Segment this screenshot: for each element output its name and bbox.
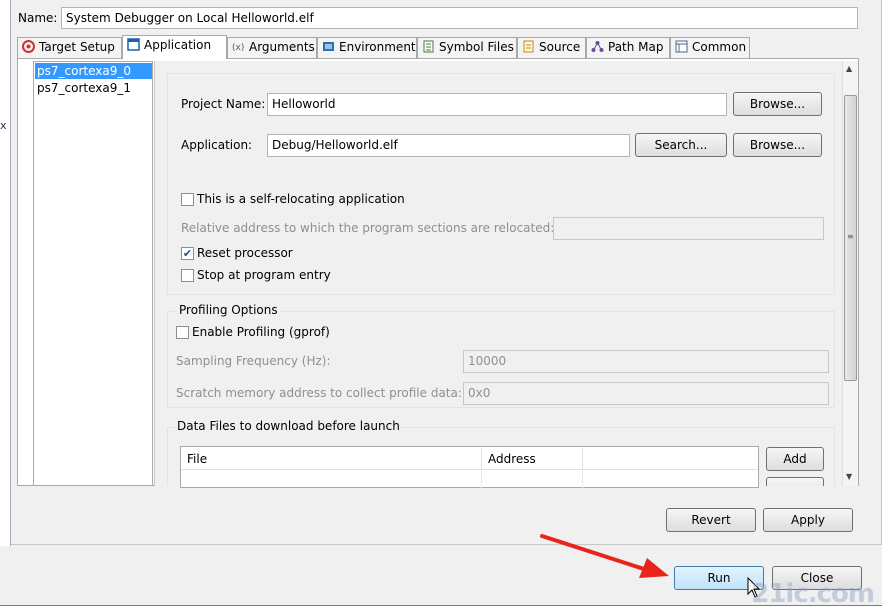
tab-label: Path Map	[608, 40, 664, 54]
svg-text:(x)=: (x)=	[232, 43, 245, 53]
tab-target-setup[interactable]: Target Setup	[17, 37, 122, 58]
tab-label: Target Setup	[39, 40, 115, 54]
tab-label: Application	[144, 38, 212, 52]
data-files-group-title: Data Files to download before launch	[175, 419, 402, 433]
tab-label: Environment	[339, 40, 416, 54]
data-files-add-button[interactable]: Add	[766, 447, 824, 471]
tab-label: Symbol Files	[439, 40, 514, 54]
relative-address-label: Relative address to which the program se…	[181, 221, 555, 235]
profiling-group-title: Profiling Options	[177, 303, 280, 317]
application-field[interactable]: Debug/Helloworld.elf	[267, 134, 630, 157]
revert-button[interactable]: Revert	[666, 508, 756, 532]
reset-processor-label: Reset processor	[197, 246, 293, 260]
column-header-empty[interactable]	[583, 448, 758, 470]
project-name-field[interactable]: Helloworld	[267, 93, 727, 116]
table-row-cell	[181, 471, 482, 489]
tab-common[interactable]: Common	[670, 37, 750, 58]
window-icon	[127, 38, 140, 51]
reset-processor-checkbox[interactable]: ✔	[181, 247, 194, 260]
common-icon	[675, 40, 688, 53]
name-field[interactable]: System Debugger on Local Helloworld.elf	[61, 7, 858, 29]
background-window-strip: x	[0, 0, 11, 605]
data-files-remove-button[interactable]	[766, 477, 824, 486]
processor-item-0[interactable]: ps7_cortexa9_0	[35, 63, 152, 79]
scrollbar-thumb[interactable]: ≡	[844, 95, 857, 381]
sampling-frequency-label: Sampling Frequency (Hz):	[176, 354, 331, 368]
processor-item-1[interactable]: ps7_cortexa9_1	[35, 80, 152, 96]
scroll-up-arrow-icon[interactable]: ▲	[846, 64, 852, 73]
arguments-icon: (x)=	[232, 43, 245, 53]
tab-label: Common	[692, 40, 747, 54]
apply-button[interactable]: Apply	[763, 508, 853, 532]
scratch-address-label: Scratch memory address to collect profil…	[176, 386, 462, 400]
processor-list[interactable]: ps7_cortexa9_0 ps7_cortexa9_1	[33, 61, 153, 486]
self-relocating-checkbox[interactable]	[181, 193, 194, 206]
taskbar-edge	[0, 605, 882, 615]
application-settings-panel: Project Name: Helloworld Browse... Appli…	[154, 61, 842, 486]
data-files-table[interactable]: File Address	[180, 446, 759, 489]
self-relocating-label: This is a self-relocating application	[197, 192, 405, 206]
scratch-address-field[interactable]: 0x0	[463, 382, 829, 405]
tab-path-map[interactable]: Path Map	[586, 37, 670, 58]
source-icon	[523, 40, 534, 53]
tab-bar: Target Setup Application (x)= Arguments E…	[17, 35, 859, 59]
environment-icon	[323, 42, 334, 51]
application-label: Application:	[181, 138, 253, 152]
target-icon	[22, 40, 35, 53]
table-row-cell	[482, 471, 583, 489]
project-browse-button[interactable]: Browse...	[733, 92, 822, 116]
application-browse-button[interactable]: Browse...	[733, 133, 822, 157]
tab-environment[interactable]: Environment	[317, 37, 417, 58]
tab-source[interactable]: Source	[517, 37, 586, 58]
name-label: Name:	[18, 11, 58, 25]
column-header-address[interactable]: Address	[482, 448, 583, 470]
relative-address-field[interactable]	[553, 217, 824, 240]
background-window-mark: x	[0, 119, 7, 132]
stop-at-entry-label: Stop at program entry	[197, 268, 331, 282]
content-scrollbar[interactable]: ▲ ≡ ▼	[842, 61, 858, 486]
enable-profiling-checkbox[interactable]	[176, 326, 189, 339]
enable-profiling-label: Enable Profiling (gprof)	[192, 325, 330, 339]
sampling-frequency-field[interactable]: 10000	[463, 350, 829, 373]
tab-arguments[interactable]: (x)= Arguments	[227, 37, 317, 58]
tab-label: Source	[539, 40, 581, 54]
tab-application[interactable]: Application	[122, 35, 227, 59]
annotation-arrow-icon	[540, 534, 669, 578]
scroll-down-arrow-icon[interactable]: ▼	[846, 472, 852, 481]
tab-label: Arguments	[249, 40, 315, 54]
grip-icon: ≡	[847, 232, 854, 241]
tab-symbol-files[interactable]: Symbol Files	[417, 37, 517, 58]
watermark-logo: 21ic.com	[751, 579, 875, 609]
stop-at-entry-checkbox[interactable]	[181, 269, 194, 282]
path-map-icon	[591, 41, 604, 52]
project-name-label: Project Name:	[181, 97, 266, 111]
symbol-files-icon	[423, 40, 434, 53]
column-header-file[interactable]: File	[181, 448, 482, 470]
application-search-button[interactable]: Search...	[635, 133, 727, 157]
